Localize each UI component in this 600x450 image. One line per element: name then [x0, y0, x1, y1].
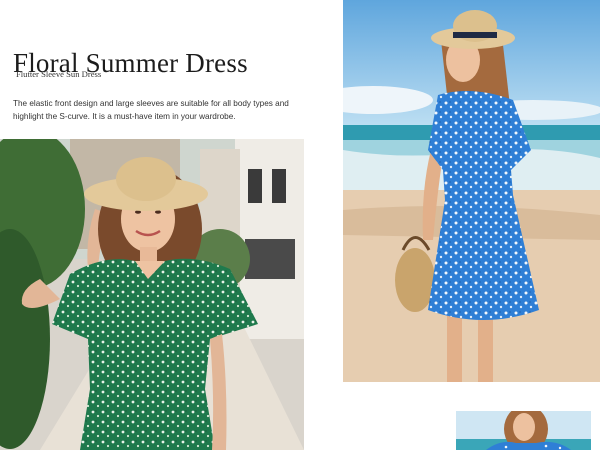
- product-subtitle: Flutter Sleeve Sun Dress: [16, 69, 102, 79]
- model-blue-dress-thumbnail-photo: [456, 411, 591, 450]
- product-description: The elastic front design and large sleev…: [13, 99, 289, 121]
- model-green-dress-photo: [0, 139, 304, 450]
- photo-icon: [343, 0, 600, 382]
- photo-icon: [0, 139, 304, 450]
- photo-icon: [456, 411, 591, 450]
- model-blue-dress-beach-photo: [343, 0, 600, 382]
